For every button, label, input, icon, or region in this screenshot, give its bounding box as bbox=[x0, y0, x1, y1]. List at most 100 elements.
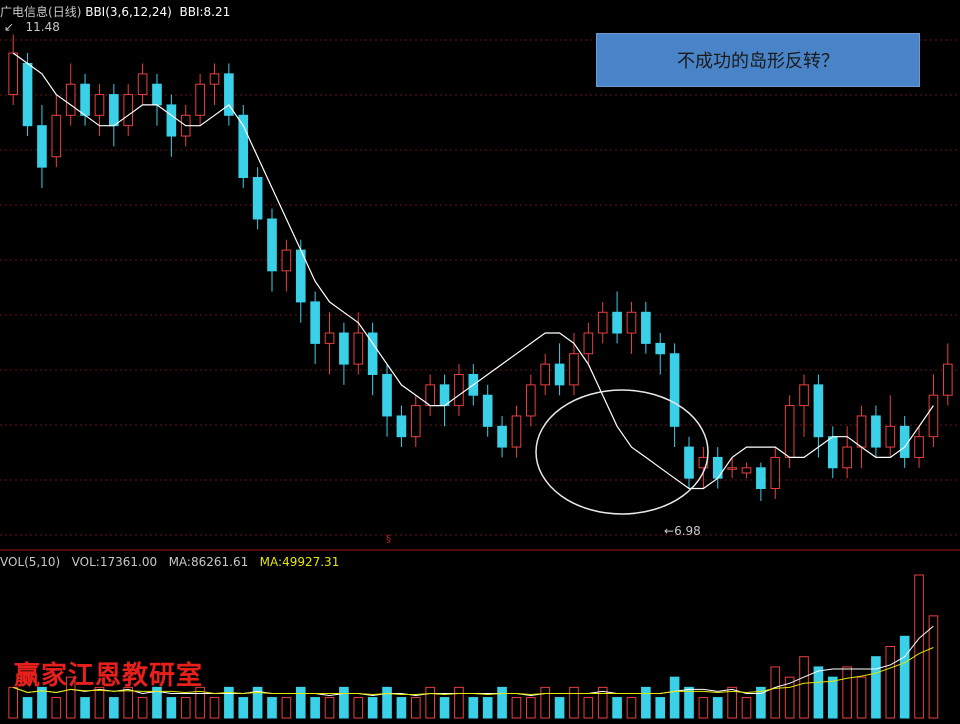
volume-panel-header: VOL(5,10) VOL:17361.00 MA:86261.61 MA:49… bbox=[0, 555, 339, 569]
volume-bar bbox=[468, 697, 479, 719]
volume-bar bbox=[626, 697, 637, 719]
volume-bar bbox=[511, 697, 522, 719]
volume-bar bbox=[741, 697, 752, 719]
candle-body bbox=[310, 301, 320, 344]
candle-body bbox=[425, 384, 435, 407]
candle-body bbox=[756, 467, 766, 490]
vol-ma1-value: MA:86261.61 bbox=[168, 555, 249, 569]
candle-body bbox=[410, 405, 421, 438]
candle-body bbox=[396, 415, 407, 438]
candle-body bbox=[267, 218, 277, 272]
candle-body bbox=[137, 73, 148, 96]
candle-body bbox=[281, 249, 292, 272]
volume-bar bbox=[612, 697, 622, 719]
high-price-marker: ↙ 11.48 bbox=[4, 20, 60, 34]
volume-bar bbox=[497, 686, 507, 719]
volume-bar bbox=[425, 686, 435, 719]
callout-box: 不成功的岛形反转？ bbox=[596, 33, 920, 87]
volume-bar bbox=[367, 697, 378, 719]
volume-bar bbox=[669, 676, 680, 719]
volume-bar bbox=[454, 686, 464, 719]
volume-bar bbox=[540, 686, 551, 719]
candle-body bbox=[353, 332, 364, 365]
volume-bar bbox=[641, 686, 651, 719]
candle-body bbox=[526, 384, 536, 417]
candle-body bbox=[799, 384, 809, 407]
candle-body bbox=[655, 342, 666, 355]
candle-body bbox=[252, 177, 263, 220]
candle-body bbox=[324, 332, 335, 344]
volume-bar bbox=[339, 686, 349, 719]
high-price-value: 11.48 bbox=[25, 20, 60, 34]
volume-bar bbox=[80, 697, 90, 719]
volume-bar bbox=[51, 697, 62, 719]
volume-bar bbox=[684, 686, 694, 719]
volume-bar bbox=[166, 697, 177, 719]
candle-body bbox=[727, 467, 737, 470]
callout-text: 不成功的岛形反转？ bbox=[677, 51, 839, 72]
volume-bar bbox=[439, 697, 450, 719]
candle-body bbox=[123, 94, 134, 127]
volume-bar bbox=[353, 697, 364, 719]
candle-body bbox=[813, 384, 824, 438]
candle-body bbox=[914, 436, 924, 458]
candle-body bbox=[928, 394, 939, 438]
vol-indicator: VOL(5,10) bbox=[0, 555, 61, 569]
watermark: 赢家江恩教研室 bbox=[14, 661, 204, 691]
volume-bar bbox=[22, 697, 33, 719]
candle-body bbox=[784, 405, 795, 458]
stock-name: 广电信息 bbox=[0, 5, 49, 19]
candle-body bbox=[712, 456, 723, 479]
candle-body bbox=[583, 332, 594, 355]
candle-body bbox=[37, 125, 47, 168]
volume-bar bbox=[827, 676, 838, 719]
candle-body bbox=[871, 415, 881, 448]
candle-body bbox=[497, 425, 507, 448]
volume-bar bbox=[238, 697, 249, 719]
candle-body bbox=[94, 94, 105, 116]
candle-body bbox=[942, 363, 953, 396]
volume-panel-tag: § bbox=[386, 534, 391, 545]
volume-bar bbox=[842, 666, 852, 719]
candle-body bbox=[166, 104, 177, 137]
volume-bar bbox=[569, 686, 579, 719]
candle-body bbox=[856, 415, 867, 448]
candle-body bbox=[684, 446, 694, 479]
volume-bar bbox=[224, 686, 234, 719]
volume-bar bbox=[770, 666, 781, 719]
candle-body bbox=[669, 353, 680, 427]
chart-stage: 广电信息(日线) BBI(3,6,12,24) BBI:8.21 ↙ 11.48… bbox=[0, 0, 960, 720]
candle-body bbox=[741, 467, 752, 474]
bbi-indicator-label: BBI(3,6,12,24) bbox=[85, 5, 172, 19]
candle-body bbox=[827, 436, 838, 469]
volume-bar bbox=[698, 697, 709, 719]
candle-body bbox=[209, 73, 220, 85]
volume-bar bbox=[267, 697, 277, 719]
volume-bar bbox=[799, 656, 809, 719]
candle-body bbox=[569, 353, 579, 386]
volume-bar bbox=[526, 697, 536, 719]
low-price-marker: ←6.98 bbox=[664, 524, 701, 538]
candle-body bbox=[540, 363, 551, 386]
candle-body bbox=[842, 446, 852, 469]
volume-bar bbox=[712, 697, 723, 719]
volume-bar bbox=[655, 697, 666, 719]
volume-bar bbox=[410, 697, 421, 719]
candle-body bbox=[80, 83, 90, 116]
candle-body bbox=[51, 114, 62, 158]
candlestick-chart bbox=[0, 0, 960, 720]
candle-body bbox=[511, 415, 522, 448]
candle-body bbox=[65, 83, 76, 116]
volume-bar bbox=[209, 697, 220, 719]
volume-bar bbox=[583, 697, 594, 719]
volume-bar bbox=[856, 676, 867, 719]
bbi-value: BBI:8.21 bbox=[179, 5, 231, 19]
volume-bar bbox=[813, 666, 824, 719]
volume-bar bbox=[324, 697, 335, 719]
volume-bar bbox=[281, 697, 292, 719]
volume-bar bbox=[885, 646, 896, 719]
volume-bar bbox=[310, 697, 320, 719]
volume-bar bbox=[180, 697, 191, 719]
price-panel-header: 广电信息(日线) BBI(3,6,12,24) BBI:8.21 bbox=[0, 3, 230, 20]
candle-body bbox=[597, 311, 608, 334]
